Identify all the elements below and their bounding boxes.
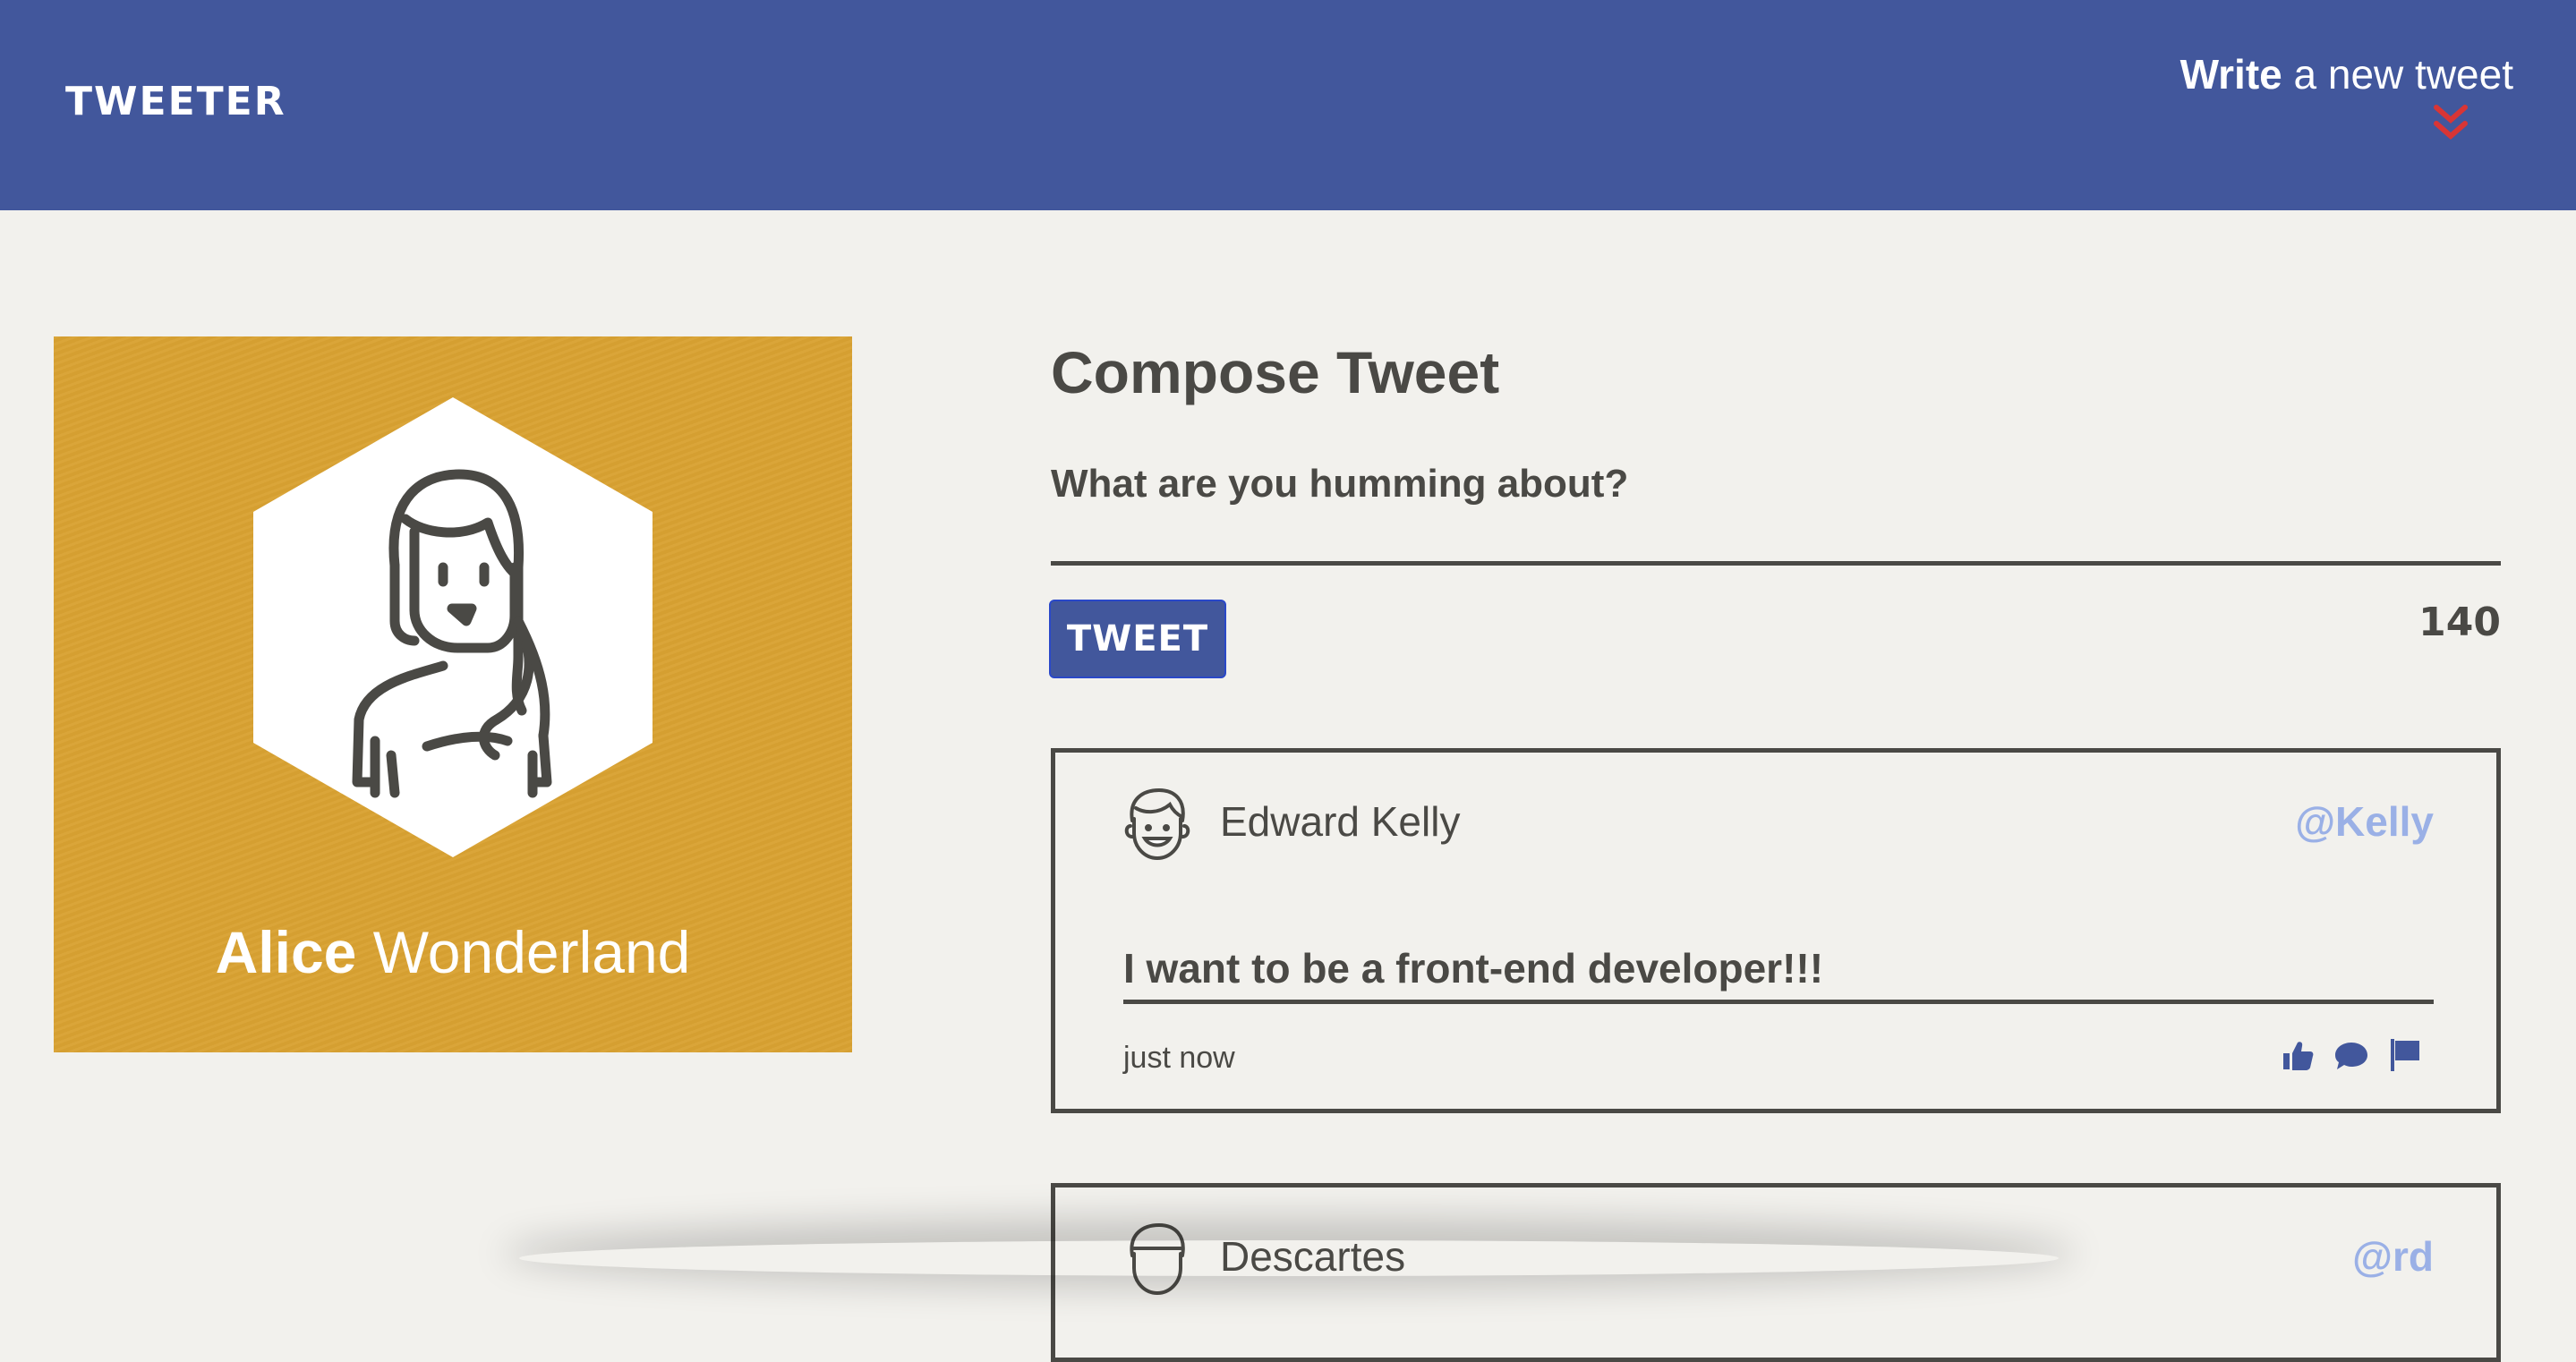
- tweet-button[interactable]: TWEET: [1049, 600, 1226, 678]
- thumbs-up-icon[interactable]: [2280, 1037, 2316, 1073]
- tweet-handle[interactable]: @rd: [2352, 1232, 2434, 1281]
- navbar: TWEETER Write a new tweet: [0, 0, 2576, 210]
- flag-icon[interactable]: [2387, 1037, 2423, 1073]
- profile-first-name: Alice: [215, 919, 357, 985]
- tweet-author: Edward Kelly: [1220, 798, 1461, 845]
- brand-logo[interactable]: TWEETER: [65, 79, 286, 124]
- character-counter: 140: [2418, 600, 2501, 645]
- page-shadow: [519, 1240, 2059, 1276]
- write-new-tweet-toggle[interactable]: Write a new tweet: [2180, 50, 2513, 145]
- profile-last-name: Wonderland: [356, 919, 691, 985]
- tweet-content: I want to be a front-end developer!!!: [1123, 944, 2434, 1004]
- compose-toggle-strong: Write: [2179, 51, 2282, 98]
- woman-avatar-icon: [253, 397, 653, 857]
- man-avatar-icon: [1124, 787, 1190, 861]
- compose-toggle-text: a new tweet: [2282, 51, 2514, 98]
- compose-title: Compose Tweet: [1051, 339, 1500, 405]
- profile-name: Alice Wonderland: [54, 918, 852, 986]
- comment-icon[interactable]: [2333, 1037, 2369, 1073]
- tweet-card: Edward Kelly @Kelly I want to be a front…: [1051, 748, 2501, 1113]
- tweet-timestamp: just now: [1123, 1041, 1235, 1075]
- tweet-handle[interactable]: @Kelly: [2295, 797, 2434, 846]
- tweet-actions: [2280, 1037, 2423, 1073]
- tweet-text-input[interactable]: [1051, 512, 2501, 566]
- compose-label: What are you humming about?: [1051, 462, 1629, 506]
- double-chevron-down-icon[interactable]: [2424, 100, 2478, 145]
- profile-card: Alice Wonderland: [54, 336, 852, 1052]
